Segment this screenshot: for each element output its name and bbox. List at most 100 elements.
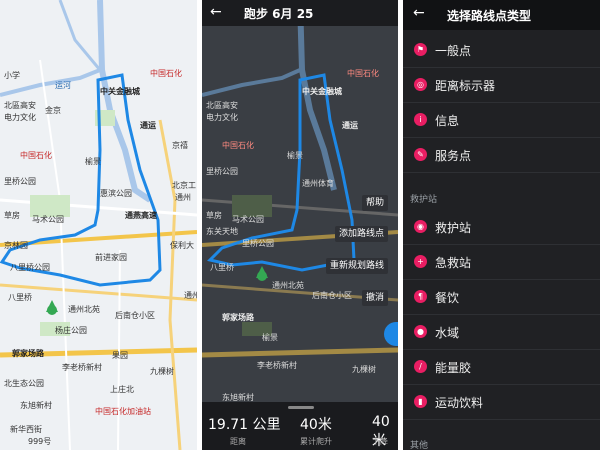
map-label: 通州 <box>175 193 191 202</box>
waypoint-type-first-aid[interactable]: + 急救站 <box>403 245 600 280</box>
waypoint-type-food[interactable]: ¶ 餐饮 <box>403 280 600 315</box>
back-arrow-icon[interactable]: ← <box>210 4 222 20</box>
reroute-button[interactable]: 重新规划路线 <box>325 258 388 274</box>
back-arrow-icon[interactable]: ← <box>413 5 425 21</box>
map-label: 电力文化 <box>4 113 36 122</box>
top-bar: ← 跑步 6月 25 <box>202 0 398 26</box>
map-label: 中国石化 <box>20 151 52 160</box>
map-label: 前进家园 <box>95 253 127 262</box>
waypoint-type-distance-marker[interactable]: ◎ 距离标示器 <box>403 68 600 103</box>
map-label: 北京工 <box>172 181 196 190</box>
map-label: 草房 <box>4 211 20 220</box>
map-label: 草房 <box>206 211 222 220</box>
item-label: 一般点 <box>435 44 472 58</box>
help-button[interactable]: 帮助 <box>361 195 388 211</box>
section-header-rescue: 救护站 <box>410 195 438 205</box>
item-label: 救护站 <box>435 221 472 235</box>
map-label: 北區高安 <box>4 101 36 110</box>
map-label: 中关金融城 <box>302 87 342 96</box>
map-label: 八里桥 <box>210 263 234 272</box>
map-label: 榆景 <box>85 157 101 166</box>
item-label: 餐饮 <box>435 291 460 305</box>
map-label: 新华西街 <box>10 425 42 434</box>
rescue-station-icon: ◉ <box>414 220 427 233</box>
map-label: 北生态公园 <box>4 379 44 388</box>
map-label: 九棵树 <box>352 365 376 374</box>
descent-label: 下降 <box>372 437 388 446</box>
drag-handle[interactable] <box>288 406 314 409</box>
map-label: 保利大 <box>170 241 194 250</box>
map-label: 运河 <box>55 81 71 90</box>
map-label: 后南仓小区 <box>115 311 155 320</box>
map-label: 通运 <box>140 121 156 130</box>
map-label: 999号 <box>28 437 52 446</box>
add-waypoint-button[interactable]: 添加路线点 <box>334 226 388 242</box>
flag-icon: ⚑ <box>414 43 427 56</box>
map-label: 电力文化 <box>206 113 238 122</box>
item-label: 运动饮料 <box>435 396 484 410</box>
item-label: 服务点 <box>435 149 472 163</box>
sheet-header: ← 选择路线点类型 <box>403 0 600 30</box>
map-label: 惠滨公园 <box>100 189 132 198</box>
map-label: 马术公园 <box>32 215 64 224</box>
food-icon: ¶ <box>414 290 427 303</box>
undo-button[interactable]: 撤消 <box>361 290 388 306</box>
map-panel-light[interactable]: 小学 中国石化 运河 中关金融城 通运 北區高安 电力文化 金京 京禧 中国石化… <box>0 0 197 450</box>
map-label: 里桥公园 <box>4 177 36 186</box>
ascent-value: 40米 <box>300 417 332 433</box>
route-stats-panel[interactable]: 19.71 公里 距离 40米 累计爬升 40米 下降 <box>202 402 398 450</box>
map-label: 中国石化 <box>347 69 379 78</box>
map-label: 中国石化 <box>222 141 254 150</box>
sports-drink-icon: ▮ <box>414 395 427 408</box>
map-label: 李老桥新村 <box>257 361 297 370</box>
first-aid-icon: + <box>414 255 427 268</box>
info-icon: i <box>414 113 427 126</box>
wrench-icon: ✎ <box>414 148 427 161</box>
map-label: 李老桥新村 <box>62 363 102 372</box>
map-label: 通州 <box>184 291 197 300</box>
map-label: 中国石化加油站 <box>95 407 151 416</box>
map-label: 中关金融城 <box>100 87 140 96</box>
waypoint-type-energy-gel[interactable]: / 能量胶 <box>403 350 600 385</box>
map-label: 杨庄公园 <box>55 326 87 335</box>
map-label: 上庄北 <box>110 385 134 394</box>
map-label: 北區高安 <box>206 101 238 110</box>
waypoint-type-rescue-station[interactable]: ◉ 救护站 <box>403 210 600 245</box>
distance-value: 19.71 公里 <box>208 417 281 433</box>
sheet-title: 选择路线点类型 <box>447 9 532 23</box>
item-label: 能量胶 <box>435 361 472 375</box>
map-label: 后南仓小区 <box>312 291 352 300</box>
waypoint-type-general[interactable]: ⚑ 一般点 <box>403 33 600 68</box>
map-label: 八里桥公园 <box>10 263 50 272</box>
map-label: 通州北苑 <box>68 305 100 314</box>
map-label: 通燕高速 <box>125 211 157 220</box>
map-label: 小学 <box>4 71 20 80</box>
map-label: 马术公园 <box>232 215 264 224</box>
map-label: 郭家场路 <box>12 349 44 358</box>
distance-label: 距离 <box>230 437 246 446</box>
map-label: 八里桥 <box>8 293 32 302</box>
map-label: 郭家场路 <box>222 313 254 322</box>
map-label: 里桥公园 <box>206 167 238 176</box>
map-label: 京林园 <box>4 241 28 250</box>
map-label: 中国石化 <box>150 69 182 78</box>
waypoint-type-service[interactable]: ✎ 服务点 <box>403 138 600 173</box>
map-label: 京禧 <box>172 141 188 150</box>
map-label: 东关天地 <box>206 227 238 236</box>
waypoint-type-sheet[interactable]: ← 选择路线点类型 ⚑ 一般点 ◎ 距离标示器 i 信息 ✎ 服务点 救护站 ◉… <box>403 0 600 450</box>
item-label: 距离标示器 <box>435 79 496 93</box>
waypoint-type-sports-drink[interactable]: ▮ 运动饮料 <box>403 385 600 420</box>
map-label: 东旭新村 <box>20 401 52 410</box>
map-label: 九棵树 <box>150 367 174 376</box>
map-label: 通运 <box>342 121 358 130</box>
item-label: 水域 <box>435 326 460 340</box>
waypoint-type-info[interactable]: i 信息 <box>403 103 600 138</box>
map-label: 榆景 <box>262 333 278 342</box>
map-label: 果园 <box>112 351 128 360</box>
map-label: 通州体育 <box>302 179 334 188</box>
map-label: 里桥公园 <box>242 239 274 248</box>
route-edit-panel[interactable]: 中国石化 中关金融城 通运 北區高安 电力文化 榆景 中国石化 里桥公园 通州体… <box>202 0 398 450</box>
section-header-more: 其他 <box>410 441 429 450</box>
waypoint-type-water[interactable]: ● 水域 <box>403 315 600 350</box>
water-icon: ● <box>414 325 427 338</box>
